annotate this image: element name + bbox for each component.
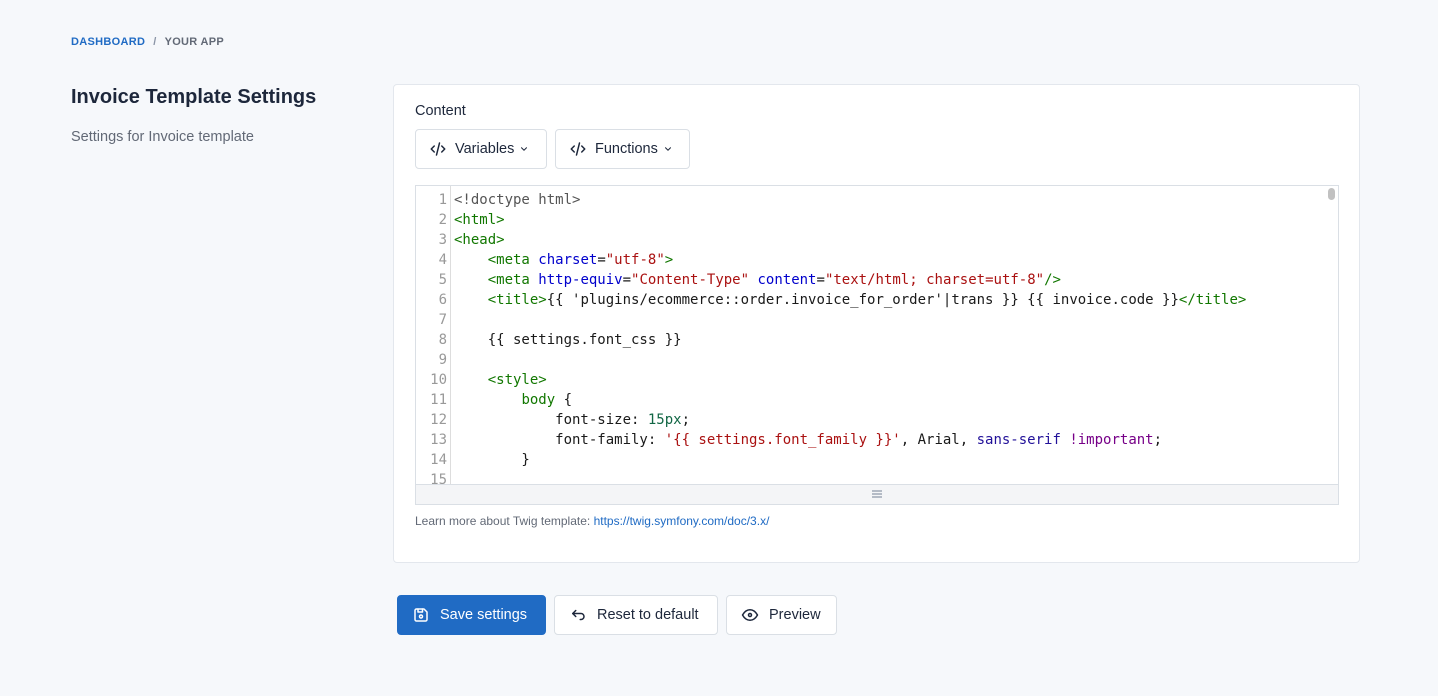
line-number: 8	[438, 332, 447, 348]
reset-to-default-button[interactable]: Reset to default	[554, 595, 718, 635]
code-token: {	[555, 392, 573, 408]
code-token: "text/html; charset=utf-8"	[824, 272, 1045, 288]
code-token: ;	[681, 412, 691, 428]
line-number: 2	[438, 212, 447, 228]
line-number: 7	[438, 312, 447, 328]
line-code: {{ settings.font_css }}	[454, 330, 682, 350]
line-number: 3	[438, 232, 447, 248]
line-code: <title>{{ 'plugins/ecommerce::order.invo…	[454, 290, 1247, 310]
code-token: "utf-8"	[605, 252, 665, 268]
page-title: Invoice Template Settings	[71, 86, 317, 108]
breadcrumb: DASHBOARD / YOUR APP	[71, 36, 224, 48]
chevron-down-icon	[663, 144, 673, 154]
code-editor[interactable]: 1 <!doctype html> 2 <html> 3 <head> 4 <meta ch…	[415, 185, 1339, 505]
line-code: <meta http-equiv="Content-Type" content=…	[454, 270, 1061, 290]
breadcrumb-separator: /	[153, 36, 157, 48]
code-token: ;	[1153, 432, 1163, 448]
line-number: 13	[430, 432, 447, 448]
code-token: <meta	[487, 252, 539, 268]
code-editor-content[interactable]: 1 <!doctype html> 2 <html> 3 <head> 4 <meta ch…	[416, 186, 1338, 484]
device-floppy-icon	[412, 606, 430, 624]
code-token: '{{ settings.font_family }}'	[664, 432, 901, 448]
code-token: content	[757, 272, 817, 288]
code-token: charset	[538, 252, 598, 268]
functions-label: Functions	[595, 141, 658, 157]
twig-docs-link[interactable]: https://twig.symfony.com/doc/3.x/	[594, 514, 770, 528]
code-token: http-equiv	[538, 272, 623, 288]
line-number: 12	[430, 412, 447, 428]
code-token: </title>	[1178, 292, 1247, 308]
grip-lines-icon	[871, 486, 883, 504]
variables-label: Variables	[455, 141, 515, 157]
line-code: <!doctype html>	[454, 190, 580, 210]
code-token: >	[664, 252, 674, 268]
breadcrumb-current: YOUR APP	[164, 36, 225, 48]
code-token: />	[1044, 272, 1061, 288]
line-number: 6	[438, 292, 447, 308]
line-code: <meta charset="utf-8">	[454, 250, 673, 270]
code-icon	[429, 140, 447, 158]
help-text: Learn more about Twig template: https://…	[415, 514, 769, 528]
line-code: <html>	[454, 210, 505, 230]
line-number: 11	[430, 392, 447, 408]
line-number: 5	[438, 272, 447, 288]
code-token: 15px	[647, 412, 682, 428]
code-token: <head>	[454, 232, 505, 248]
eye-icon	[741, 606, 759, 624]
line-number: 4	[438, 252, 447, 268]
functions-dropdown-button[interactable]: Functions	[555, 129, 690, 169]
content-label: Content	[415, 103, 466, 119]
line-code: font-size: 15px;	[454, 410, 690, 430]
chevron-down-icon	[519, 144, 529, 154]
line-number: 15	[430, 472, 447, 484]
save-settings-button[interactable]: Save settings	[397, 595, 546, 635]
editor-scrollbar[interactable]	[1328, 188, 1335, 200]
code-token: <!doctype html>	[454, 192, 581, 208]
line-number: 9	[438, 352, 447, 368]
help-text-label: Learn more about Twig template:	[415, 514, 591, 528]
code-token: <meta	[487, 272, 539, 288]
line-number: 14	[430, 452, 447, 468]
code-token: <html>	[454, 212, 505, 228]
code-token: <style>	[487, 372, 547, 388]
breadcrumb-dashboard-link[interactable]: DASHBOARD	[71, 36, 145, 48]
code-token: body	[521, 392, 556, 408]
line-code: <head>	[454, 230, 505, 250]
code-token: font-family:	[454, 432, 665, 448]
code-token: }	[454, 452, 530, 468]
line-code: body {	[454, 390, 572, 410]
code-token: {{ 'plugins/ecommerce::order.invoice_for…	[546, 292, 1179, 308]
code-token: =	[597, 252, 606, 268]
page-description: Settings for Invoice template	[71, 129, 254, 145]
code-token: "Content-Type"	[631, 272, 750, 288]
code-token: =	[816, 272, 825, 288]
line-code: }	[454, 450, 530, 470]
save-settings-label: Save settings	[440, 607, 528, 623]
line-number: 10	[430, 372, 447, 388]
code-token: sans-serif	[976, 432, 1061, 448]
code-token: <title>	[487, 292, 547, 308]
editor-resize-handle[interactable]	[416, 484, 1338, 504]
preview-label: Preview	[769, 607, 821, 623]
code-token: !important	[1069, 432, 1154, 448]
preview-button[interactable]: Preview	[726, 595, 837, 635]
code-token: {{ settings.font_css }}	[454, 332, 682, 348]
reset-to-default-label: Reset to default	[597, 607, 699, 623]
line-code: font-family: '{{ settings.font_family }}…	[454, 430, 1162, 450]
code-icon	[569, 140, 587, 158]
line-code: <style>	[454, 370, 547, 390]
variables-dropdown-button[interactable]: Variables	[415, 129, 547, 169]
content-card: Content Variables Functions 1 <!doctype h…	[393, 84, 1360, 563]
code-token: , Arial,	[900, 432, 977, 448]
arrow-back-icon	[569, 606, 587, 624]
code-token: =	[622, 272, 632, 288]
code-token: font-size:	[454, 412, 648, 428]
line-number: 1	[438, 192, 447, 208]
